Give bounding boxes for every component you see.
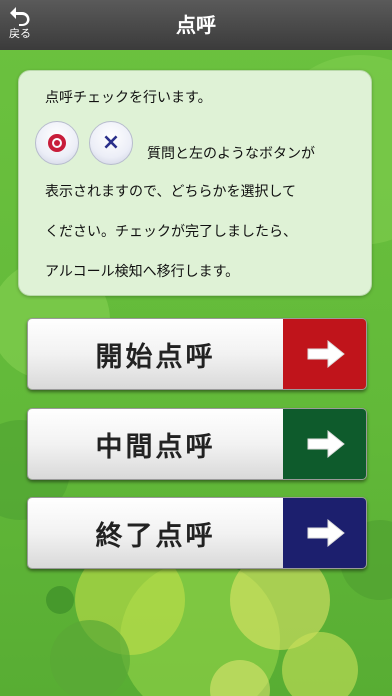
instruction-line-5: アルコール検知へ移行します。 — [45, 264, 240, 280]
arrow-right-icon — [283, 319, 366, 389]
arrow-right-icon — [283, 498, 366, 568]
instruction-panel: 点呼チェックを行います。 × 質問と左のようなボタンが 表示されますので、どちら… — [18, 70, 372, 296]
start-roll-call-label: 開始点呼 — [95, 341, 216, 373]
instruction-line-1: 点呼チェックを行います。 — [45, 90, 212, 106]
midway-roll-call-label: 中間点呼 — [95, 431, 216, 463]
header-bar: 戻る 点呼 — [0, 0, 392, 50]
maru-circle-icon — [35, 121, 79, 165]
batsu-cross-icon: × — [89, 121, 133, 165]
start-roll-call-button[interactable]: 開始点呼 — [27, 318, 367, 390]
instruction-line-4: ください。チェックが完了しましたら、 — [45, 224, 297, 240]
page-title: 点呼 — [176, 13, 216, 37]
instruction-line-2: 質問と左のようなボタンが — [147, 146, 315, 162]
arrow-right-icon — [283, 409, 366, 479]
end-roll-call-button[interactable]: 終了点呼 — [27, 497, 367, 569]
midway-roll-call-button[interactable]: 中間点呼 — [27, 408, 367, 480]
instruction-line-3: 表示されますので、どちらかを選択して — [45, 184, 297, 200]
end-roll-call-label: 終了点呼 — [95, 520, 216, 552]
